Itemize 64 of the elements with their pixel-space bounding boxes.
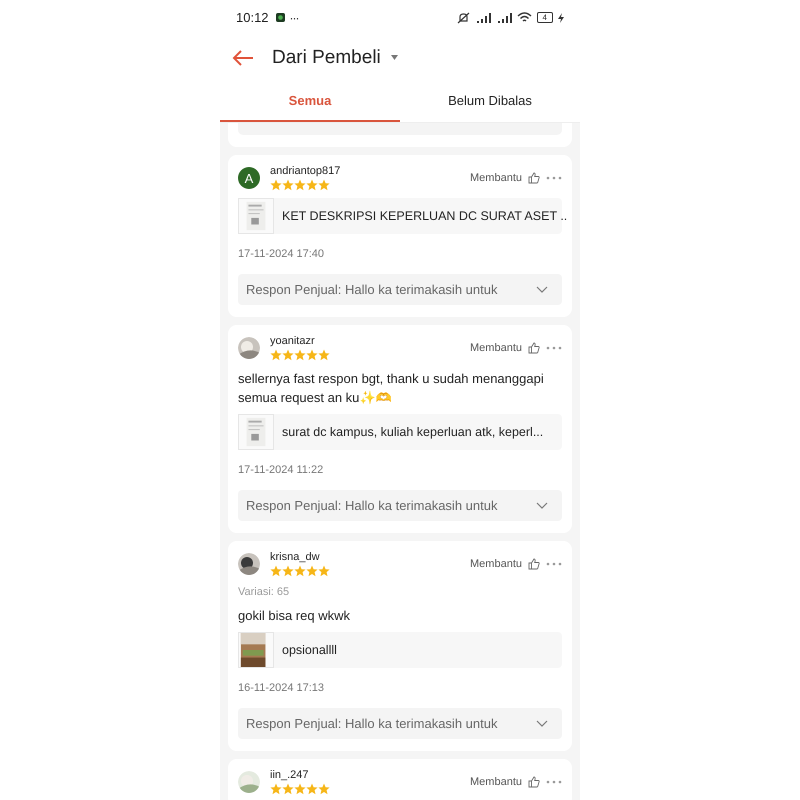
review-date: 16-11-2024 17:13	[238, 682, 326, 694]
variation-label: Variasi: 65	[238, 586, 290, 598]
charging-icon	[558, 12, 564, 22]
star-icon	[270, 783, 282, 795]
wifi-icon	[516, 12, 532, 23]
star-icon	[294, 349, 306, 361]
mute-icon	[456, 12, 470, 24]
chevron-down-icon	[536, 286, 548, 293]
star-icon	[270, 179, 282, 191]
seller-response-dropdown[interactable]: Respon Penjual: Hallo ka terimakasih untuk	[238, 708, 562, 739]
thumbs-up-icon[interactable]	[528, 172, 540, 184]
clock: 10:12	[236, 10, 269, 25]
star-icon	[318, 783, 330, 795]
chevron-down-icon	[536, 502, 548, 509]
star-icon	[306, 179, 318, 191]
review-date: 17-11-2024 17:40	[238, 248, 326, 260]
thumbs-up-icon[interactable]	[528, 342, 540, 354]
star-icon	[282, 783, 294, 795]
star-icon	[270, 565, 282, 577]
username: krisna_dw	[270, 551, 321, 563]
star-icon	[306, 565, 318, 577]
thumbs-up-icon[interactable]	[528, 558, 540, 570]
username: yoanitazr	[270, 335, 316, 347]
battery-indicator: 4	[536, 12, 553, 23]
more-options-icon[interactable]	[546, 562, 562, 566]
page-title: Dari Pembeli	[272, 46, 381, 68]
star-icon	[318, 349, 330, 361]
star-icon	[294, 565, 306, 577]
chevron-down-icon	[536, 720, 548, 727]
helpful-label: Membantu	[470, 776, 522, 788]
username: andriantop817	[270, 165, 340, 177]
app-notification-icon	[276, 13, 285, 22]
star-icon	[294, 179, 306, 191]
username: iin_.247	[270, 769, 310, 781]
star-icon	[294, 783, 306, 795]
thumbs-up-icon[interactable]	[528, 776, 540, 788]
star-icon	[318, 565, 330, 577]
star-icon	[306, 783, 318, 795]
star-icon	[270, 349, 282, 361]
star-icon	[282, 565, 294, 577]
signal-icon	[496, 12, 512, 22]
seller-response-dropdown[interactable]: Respon Penjual: Hallo ka terimakasih untuk	[238, 490, 562, 521]
star-icon	[282, 349, 294, 361]
dropdown-caret-icon[interactable]	[390, 55, 398, 60]
review-date: 17-11-2024 11:22	[238, 464, 324, 476]
helpful-label: Membantu	[470, 172, 522, 184]
more-options-icon[interactable]	[546, 346, 562, 350]
seller-response-dropdown[interactable]: Respon Penjual: Hallo ka terimakasih untuk	[238, 274, 562, 305]
tab[interactable]: Belum Dibalas	[400, 80, 580, 122]
more-options-icon[interactable]	[546, 780, 562, 784]
star-icon	[282, 179, 294, 191]
product-link[interactable]: surat dc kampus, kuliah keperluan atk, keperl...	[238, 414, 562, 450]
back-arrow-icon[interactable]	[232, 48, 254, 66]
review-text: sellernya fast respon bgt, thank u sudah menanggapi semua request an ku✨🫶	[238, 370, 545, 407]
helpful-label: Membantu	[470, 558, 522, 570]
signal-icon	[474, 12, 491, 22]
more-options-icon[interactable]	[546, 176, 562, 180]
star-icon	[318, 179, 330, 191]
star-icon	[306, 349, 318, 361]
helpful-label: Membantu	[470, 342, 522, 354]
more-notifications: ···	[290, 10, 299, 24]
avatar: A	[238, 167, 260, 189]
review-text: gokil bisa req wkwk	[238, 607, 351, 625]
product-link[interactable]: opsionallll	[238, 632, 562, 668]
